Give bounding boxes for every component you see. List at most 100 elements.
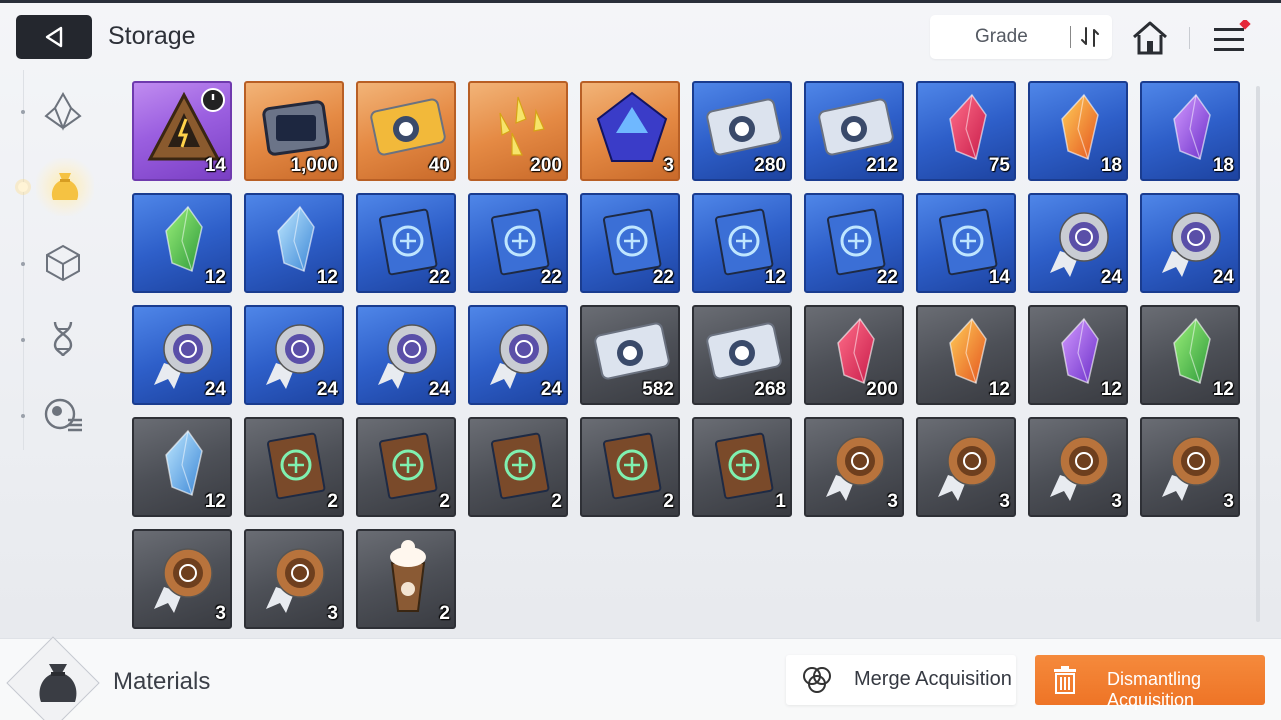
item-slot-shield-book-brown[interactable]: 2 [356,417,456,517]
item-slot-bolt-medal[interactable]: 24 [356,305,456,405]
item-slot-shield-medal[interactable]: 24 [1140,193,1240,293]
item-slot-sword-medal-bronze[interactable]: 3 [804,417,904,517]
item-quantity: 12 [316,267,338,288]
item-slot-star-ticket-gray[interactable]: 268 [692,305,792,405]
trash-icon [1054,666,1076,694]
item-slot-shield-manual[interactable]: 22 [468,193,568,293]
item-quantity: 3 [1111,491,1122,512]
item-quantity: 3 [215,603,226,624]
item-slot-bolt-manual[interactable]: 22 [804,193,904,293]
item-slot-bolt-book-brown[interactable]: 2 [580,417,680,517]
item-slot-chip-board[interactable]: 1,000 [244,81,344,181]
item-slot-star-ticket[interactable]: 212 [804,81,904,181]
merge-acquisition-label: Merge Acquisition [854,668,1012,690]
header-separator [1189,27,1190,49]
sort-order-icon[interactable] [1078,25,1102,49]
item-slot-sword-book-brown[interactable]: 2 [244,417,344,517]
item-quantity: 3 [999,491,1010,512]
material-bag-icon [39,664,77,702]
sidebar-dot [21,338,25,342]
item-quantity: 18 [1100,155,1122,176]
item-quantity: 14 [204,155,226,176]
item-slot-chocolate-drink[interactable]: 2 [356,529,456,629]
sidebar-item-crystals[interactable] [42,90,84,132]
item-slot-target-manual[interactable]: 22 [580,193,680,293]
sidebar-track [23,70,24,450]
item-quantity: 14 [988,267,1010,288]
item-quantity: 12 [204,267,226,288]
item-slot-target-medal-bronze[interactable]: 3 [1028,417,1128,517]
item-slot-wing-manual[interactable]: 12 [692,193,792,293]
item-slot-bolt-medal-bronze[interactable]: 3 [132,529,232,629]
item-quantity: 40 [428,155,450,176]
item-quantity: 12 [764,267,786,288]
dismantling-acquisition-button[interactable]: Dismantling Acquisition [1035,655,1265,710]
back-button[interactable] [16,15,92,59]
item-slot-target-book-brown[interactable]: 2 [468,417,568,517]
item-quantity: 3 [663,155,674,176]
grid-scrollbar[interactable] [1256,86,1260,622]
item-slot-orb-medal[interactable]: 24 [468,305,568,405]
clock-icon [201,88,225,112]
grade-sort-label: Grade [975,26,1028,47]
item-quantity: 212 [866,155,898,176]
item-slot-sword-medal[interactable]: 24 [1028,193,1128,293]
item-slot-blue-crystal[interactable]: 12 [244,193,344,293]
cube-icon [46,244,80,282]
sidebar-item-genes[interactable] [42,318,84,360]
item-slot-target-medal[interactable]: 24 [132,305,232,405]
item-quantity: 12 [988,379,1010,400]
item-slot-wing-medal-bronze[interactable]: 3 [1140,417,1240,517]
merge-acquisition-button[interactable]: Merge Acquisition [786,655,1016,705]
item-slot-red-crystal-gray[interactable]: 200 [804,305,904,405]
item-quantity: 18 [1212,155,1234,176]
merge-icon [803,667,831,693]
item-quantity: 22 [540,267,562,288]
item-slot-tetra-core[interactable]: 14 [132,81,232,181]
item-quantity: 1 [775,491,786,512]
item-slot-green-crystal[interactable]: 12 [132,193,232,293]
item-slot-blue-crystal-gray[interactable]: 12 [132,417,232,517]
home-icon[interactable] [1131,20,1169,56]
item-quantity: 2 [327,491,338,512]
item-quantity: 2 [663,491,674,512]
item-slot-sword-manual[interactable]: 22 [356,193,456,293]
item-slot-character-ticket[interactable]: 280 [692,81,792,181]
item-quantity: 22 [652,267,674,288]
category-label: Materials [113,668,211,695]
crystal-icon [44,91,82,131]
item-slot-character-ticket-gray[interactable]: 582 [580,305,680,405]
item-quantity: 280 [754,155,786,176]
item-quantity: 24 [428,379,450,400]
sidebar-item-chips[interactable] [42,394,84,436]
item-quantity: 12 [1100,379,1122,400]
item-quantity: 2 [439,491,450,512]
item-quantity: 582 [642,379,674,400]
item-slot-green-crystal-gray[interactable]: 12 [1140,305,1240,405]
menu-icon[interactable] [1212,20,1256,56]
item-quantity: 24 [316,379,338,400]
sidebar-item-equipment[interactable] [42,242,84,284]
page-title: Storage [108,22,196,50]
item-slot-orb-manual[interactable]: 14 [916,193,1016,293]
top-border [0,0,1281,3]
item-slot-orange-crystal[interactable]: 18 [1028,81,1128,181]
item-quantity: 22 [428,267,450,288]
item-slot-orange-crystal-gray[interactable]: 12 [916,305,1016,405]
item-slot-orb-book-brown[interactable]: 1 [692,417,792,517]
item-quantity: 24 [204,379,226,400]
item-slot-wing-medal[interactable]: 24 [244,305,344,405]
item-quantity: 12 [204,491,226,512]
item-slot-purple-crystal[interactable]: 18 [1140,81,1240,181]
item-slot-purple-crystal-gray[interactable]: 12 [1028,305,1128,405]
sidebar-dot-active [18,182,28,192]
item-slot-gold-ticket[interactable]: 40 [356,81,456,181]
item-slot-orb-medal-bronze[interactable]: 3 [244,529,344,629]
item-slot-shield-medal-bronze[interactable]: 3 [916,417,1016,517]
item-slot-yellow-shards[interactable]: 200 [468,81,568,181]
item-slot-prism-cube[interactable]: 3 [580,81,680,181]
item-slot-red-crystal[interactable]: 75 [916,81,1016,181]
sidebar-item-materials[interactable] [36,158,94,216]
grade-sort-dropdown[interactable]: Grade [930,15,1112,59]
item-quantity: 3 [327,603,338,624]
